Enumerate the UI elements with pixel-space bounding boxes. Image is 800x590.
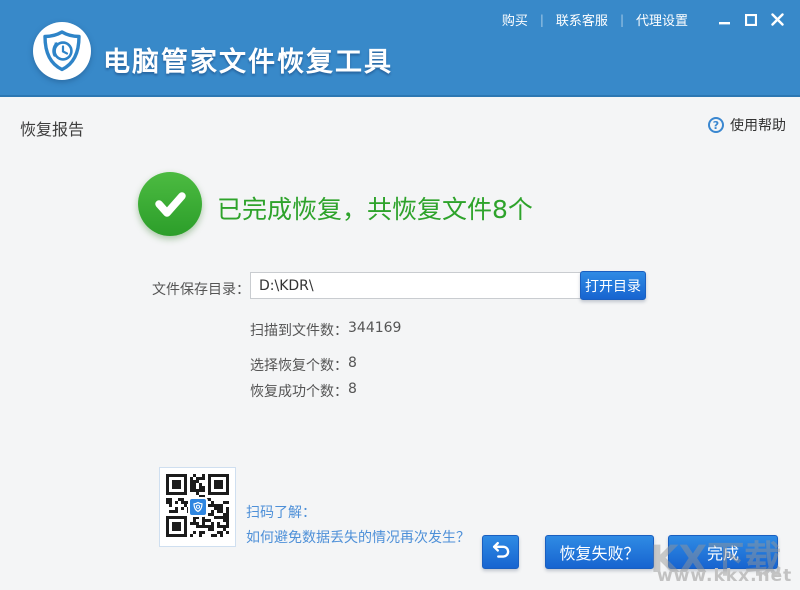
watermark-url: www.kkx.net [657,566,792,586]
close-icon[interactable] [766,10,788,30]
stat-label: 选择恢复个数： [250,355,348,375]
app-title: 电脑管家文件恢复工具 [103,40,393,79]
app-logo-shield-clock-icon [32,21,92,81]
back-button[interactable] [482,535,519,569]
recovery-complete-message: 已完成恢复，共恢复文件8个 [217,190,533,226]
menu-item-contact-support[interactable]: 联系客服 [544,8,620,31]
stat-label: 恢复成功个数： [250,381,348,401]
stat-value: 8 [348,355,357,375]
recovery-failed-button[interactable]: 恢复失败？ [545,535,654,569]
undo-arrow-icon [490,539,512,565]
selected-files-stat: 选择恢复个数：8 [250,355,357,375]
qr-center-shield-icon [188,497,208,517]
success-checkmark-icon [138,172,202,236]
menu-item-buy[interactable]: 购买 [490,8,540,31]
stat-value: 344169 [348,320,401,340]
qr-code [159,467,236,547]
qr-caption-question: 如何避免数据丢失的情况再次发生？ [246,527,470,547]
save-directory-label: 文件保存目录： [152,279,250,299]
app-window: 购买 | 联系客服 | 代理设置 [0,0,800,590]
stat-value: 8 [348,381,357,401]
qr-caption-title: 扫码了解： [246,502,316,522]
minimize-icon[interactable] [714,10,736,30]
help-button[interactable]: ? 使用帮助 [708,115,786,135]
recovered-files-stat: 恢复成功个数：8 [250,381,357,401]
save-directory-input[interactable] [250,272,581,299]
maximize-icon[interactable] [740,10,762,30]
help-label: 使用帮助 [730,115,786,135]
question-mark-icon: ? [708,117,724,133]
stat-label: 扫描到文件数： [250,320,348,340]
scanned-files-stat: 扫描到文件数：344169 [250,320,401,340]
header-bar: 购买 | 联系客服 | 代理设置 [0,0,800,97]
open-directory-button[interactable]: 打开目录 [580,271,646,300]
page-title: 恢复报告 [20,116,84,140]
top-menu: 购买 | 联系客服 | 代理设置 [490,8,788,31]
window-controls [714,10,788,30]
done-button[interactable]: 完成 [668,535,778,569]
menu-item-proxy-settings[interactable]: 代理设置 [624,8,700,31]
